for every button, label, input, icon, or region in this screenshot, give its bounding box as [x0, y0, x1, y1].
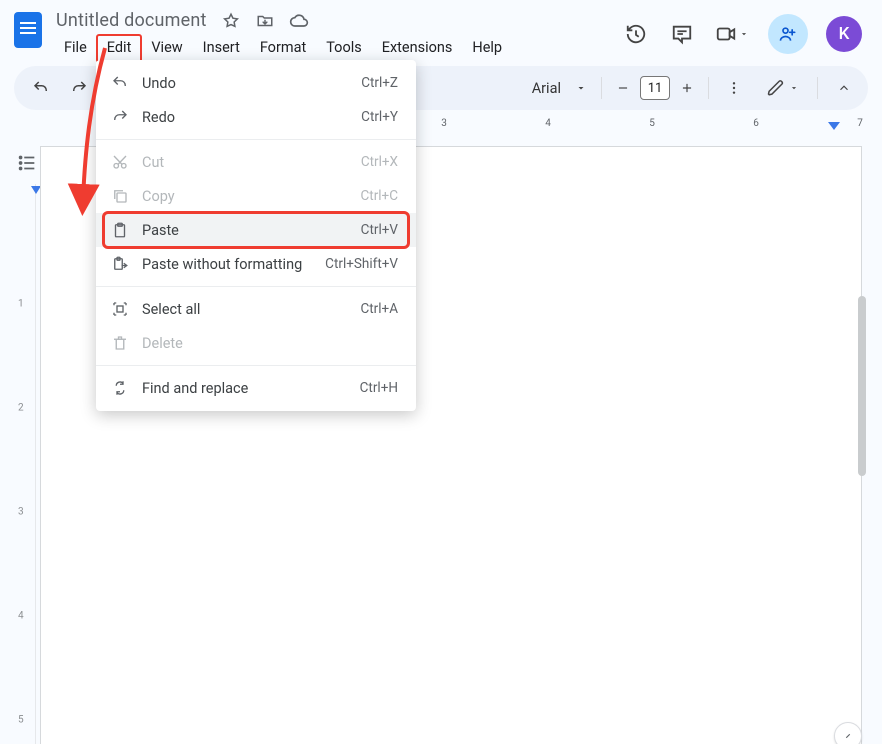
- editing-mode-button[interactable]: [757, 75, 809, 101]
- menu-item-label: Redo: [142, 109, 349, 126]
- cloud-status-icon[interactable]: [289, 11, 309, 31]
- ruler-h-number: 7: [857, 118, 863, 129]
- menu-item-undo[interactable]: Undo Ctrl+Z: [96, 66, 416, 100]
- paste-no-format-icon: [110, 255, 130, 273]
- menu-item-cut: Cut Ctrl+X: [96, 145, 416, 179]
- menu-item-label: Undo: [142, 75, 349, 92]
- menu-format[interactable]: Format: [250, 35, 316, 62]
- ruler-h-number: 5: [649, 118, 655, 129]
- menu-view[interactable]: View: [141, 35, 192, 62]
- font-size-stepper: [612, 73, 698, 103]
- history-icon[interactable]: [622, 20, 650, 48]
- redo-button[interactable]: [64, 73, 94, 103]
- font-size-input[interactable]: [640, 76, 670, 100]
- ruler-v-number: 3: [18, 507, 24, 518]
- menu-item-label: Select all: [142, 301, 348, 318]
- divider: [601, 77, 602, 99]
- copy-icon: [110, 187, 130, 205]
- menu-item-find-and-replace[interactable]: Find and replace Ctrl+H: [96, 371, 416, 405]
- menu-item-label: Delete: [142, 335, 386, 352]
- vertical-scrollbar[interactable]: [858, 296, 866, 476]
- menu-item-delete: Delete: [96, 326, 416, 360]
- menu-item-accel: Ctrl+A: [360, 301, 398, 317]
- cut-icon: [110, 153, 130, 171]
- menu-tools[interactable]: Tools: [316, 35, 372, 62]
- ruler-v-number: 4: [18, 611, 24, 622]
- document-outline-button[interactable]: [16, 152, 40, 176]
- ruler-v-number: 5: [18, 715, 24, 726]
- menu-item-accel: Ctrl+C: [360, 188, 398, 204]
- vertical-ruler[interactable]: 1 2 3 4 5: [14, 184, 36, 744]
- header-right-actions: K: [622, 8, 868, 54]
- explore-button[interactable]: [834, 722, 862, 744]
- find-replace-icon: [110, 379, 130, 397]
- ruler-h-number: 3: [441, 118, 447, 129]
- meet-icon[interactable]: [714, 20, 750, 48]
- menu-insert[interactable]: Insert: [193, 35, 250, 62]
- menu-item-redo[interactable]: Redo Ctrl+Y: [96, 100, 416, 134]
- menu-item-copy: Copy Ctrl+C: [96, 179, 416, 213]
- menu-file[interactable]: File: [54, 35, 97, 62]
- menu-item-accel: Ctrl+X: [361, 154, 398, 170]
- menu-item-accel: Ctrl+V: [361, 222, 398, 238]
- move-to-folder-icon[interactable]: [255, 11, 275, 31]
- docs-logo[interactable]: [14, 12, 42, 48]
- menu-item-select-all[interactable]: Select all Ctrl+A: [96, 292, 416, 326]
- share-button[interactable]: [768, 14, 808, 54]
- paste-icon: [110, 221, 130, 239]
- increase-font-size-button[interactable]: [676, 73, 698, 103]
- menu-item-paste-without-formatting[interactable]: Paste without formatting Ctrl+Shift+V: [96, 247, 416, 281]
- menu-extensions[interactable]: Extensions: [372, 35, 463, 62]
- decrease-font-size-button[interactable]: [612, 73, 634, 103]
- ruler-h-number: 4: [545, 118, 551, 129]
- menu-item-accel: Ctrl+Z: [361, 75, 398, 91]
- edit-menu: Undo Ctrl+Z Redo Ctrl+Y Cut Ctrl+X Copy Ctrl+C P…: [96, 60, 416, 411]
- ruler-v-number: 1: [18, 299, 24, 310]
- select-all-icon: [110, 300, 130, 318]
- menu-item-label: Paste: [142, 222, 349, 239]
- ruler-h-number: 6: [753, 118, 759, 129]
- undo-button[interactable]: [26, 73, 56, 103]
- menu-edit[interactable]: Edit: [97, 35, 142, 62]
- menu-item-accel: Ctrl+Y: [361, 109, 398, 125]
- account-avatar[interactable]: K: [826, 16, 862, 52]
- menu-item-paste[interactable]: Paste Ctrl+V: [96, 213, 416, 247]
- divider: [817, 77, 818, 99]
- comment-icon[interactable]: [668, 20, 696, 48]
- ruler-v-number: 2: [18, 403, 24, 414]
- title-icons: [221, 11, 309, 31]
- collapse-toolbar-button[interactable]: [826, 70, 862, 106]
- divider: [708, 77, 709, 99]
- undo-icon: [110, 74, 130, 92]
- delete-icon: [110, 334, 130, 352]
- menu-item-accel: Ctrl+Shift+V: [325, 256, 398, 272]
- menu-item-label: Cut: [142, 154, 349, 171]
- star-icon[interactable]: [221, 11, 241, 31]
- doc-title[interactable]: Untitled document: [54, 8, 207, 33]
- titlebar: Untitled document FileEditViewInsertForm…: [0, 0, 882, 60]
- menu-help[interactable]: Help: [462, 35, 512, 62]
- menu-item-label: Copy: [142, 188, 348, 205]
- tab-stop-marker[interactable]: [828, 122, 840, 130]
- more-icon[interactable]: [719, 73, 749, 103]
- font-name: Arial: [530, 76, 569, 101]
- ruler-v-marker[interactable]: [31, 186, 39, 194]
- menubar: FileEditViewInsertFormatToolsExtensionsH…: [54, 35, 622, 62]
- title-col: Untitled document FileEditViewInsertForm…: [54, 8, 622, 62]
- menu-item-accel: Ctrl+H: [360, 380, 398, 396]
- redo-icon: [110, 108, 130, 126]
- menu-item-label: Paste without formatting: [142, 256, 313, 273]
- menu-item-label: Find and replace: [142, 380, 348, 397]
- font-picker[interactable]: Arial: [526, 76, 591, 101]
